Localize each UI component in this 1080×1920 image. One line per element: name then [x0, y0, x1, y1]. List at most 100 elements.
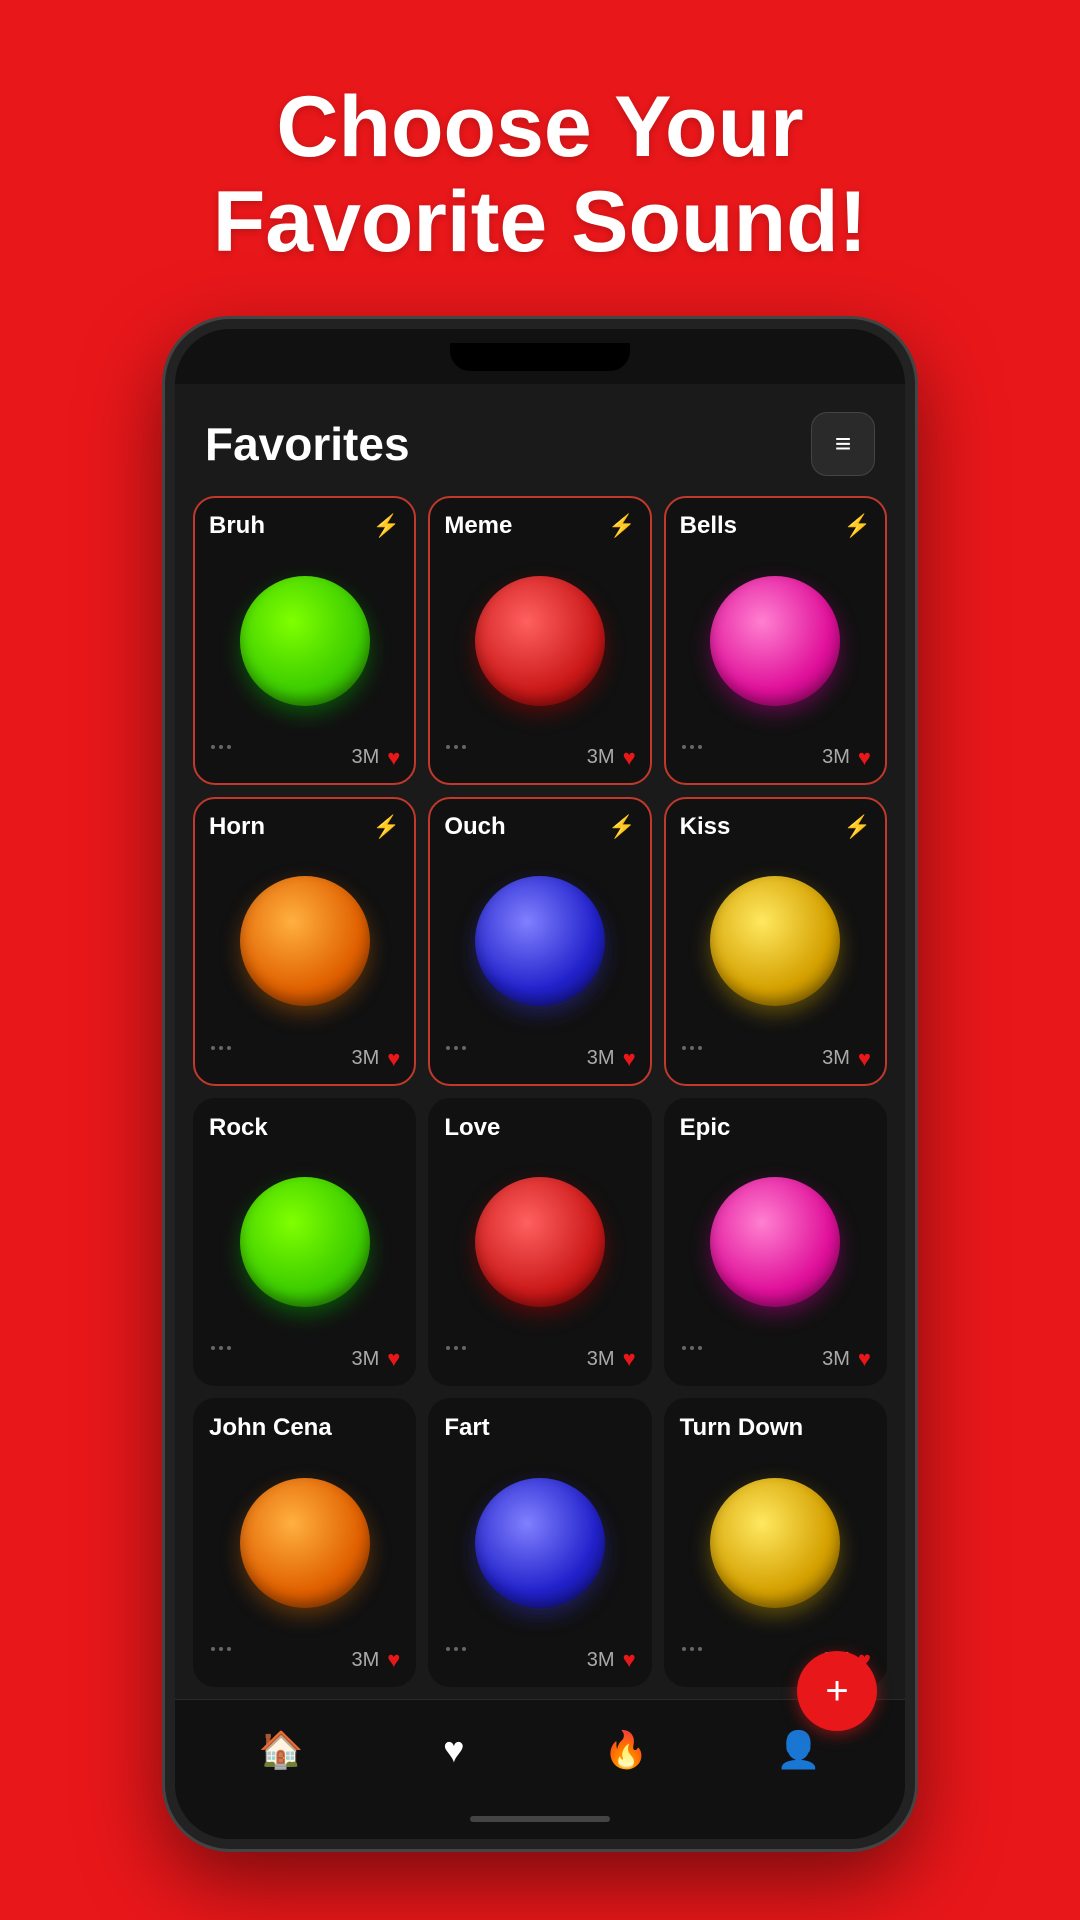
dots-menu[interactable]	[444, 743, 468, 773]
sound-play-button[interactable]	[240, 1177, 370, 1307]
nav-item-heart[interactable]: ♥	[414, 1729, 494, 1771]
sound-card-kiss[interactable]: Kiss ⚡ 3M ♥	[664, 797, 887, 1086]
heart-icon[interactable]: ♥	[858, 1346, 871, 1372]
bottom-nav: 🏠 ♥ 🔥 👤	[175, 1699, 905, 1799]
count-heart: 3M ♥	[822, 1346, 871, 1372]
heart-icon[interactable]: ♥	[623, 1647, 636, 1673]
heart-nav-icon: ♥	[443, 1729, 464, 1771]
sound-play-button[interactable]	[710, 876, 840, 1006]
sound-card-footer: 3M ♥	[680, 743, 871, 773]
heart-icon[interactable]: ♥	[387, 1046, 400, 1072]
phone-notch	[450, 343, 630, 371]
sound-card-header: Bruh ⚡	[209, 512, 400, 540]
sound-card-love[interactable]: Love 3M ♥	[428, 1098, 651, 1387]
sound-card-footer: 3M ♥	[209, 743, 400, 773]
sound-card-header: Turn Down	[680, 1414, 871, 1442]
sound-name: Rock	[209, 1114, 268, 1142]
play-count: 3M	[822, 1047, 850, 1070]
sound-card-rock[interactable]: Rock 3M ♥	[193, 1098, 416, 1387]
sound-card-footer: 3M ♥	[209, 1044, 400, 1074]
sound-play-button[interactable]	[475, 1177, 605, 1307]
hero-title: Choose Your Favorite Sound!	[213, 80, 868, 269]
play-count: 3M	[587, 1047, 615, 1070]
sound-play-button[interactable]	[240, 576, 370, 706]
sound-card-bruh[interactable]: Bruh ⚡ 3M ♥	[193, 496, 416, 785]
heart-icon[interactable]: ♥	[858, 1046, 871, 1072]
app-header: Favorites ≡	[175, 384, 905, 496]
sound-play-button[interactable]	[240, 876, 370, 1006]
dots-menu[interactable]	[209, 743, 233, 773]
sound-card-footer: 3M ♥	[680, 1044, 871, 1074]
sound-grid: Bruh ⚡ 3M ♥ Meme ⚡ 3M	[175, 496, 905, 1699]
fire-nav-icon: 🔥	[604, 1729, 649, 1771]
sound-button-wrapper	[680, 548, 871, 733]
home-nav-icon: 🏠	[259, 1729, 304, 1771]
sound-play-button[interactable]	[710, 1478, 840, 1608]
sound-card-footer: 3M ♥	[209, 1344, 400, 1374]
sound-card-footer: 3M ♥	[444, 1044, 635, 1074]
lightning-icon: ⚡	[373, 513, 400, 539]
count-heart: 3M ♥	[351, 1346, 400, 1372]
filter-button[interactable]: ≡	[811, 412, 875, 476]
heart-icon[interactable]: ♥	[858, 745, 871, 771]
sound-button-wrapper	[209, 1450, 400, 1635]
dots-menu[interactable]	[680, 1344, 704, 1374]
app-title: Favorites	[205, 417, 410, 471]
sound-button-wrapper	[209, 849, 400, 1034]
sound-card-footer: 3M ♥	[680, 1344, 871, 1374]
nav-item-home[interactable]: 🏠	[241, 1729, 321, 1771]
heart-icon[interactable]: ♥	[387, 1647, 400, 1673]
play-count: 3M	[822, 746, 850, 769]
dots-menu[interactable]	[680, 743, 704, 773]
nav-item-fire[interactable]: 🔥	[586, 1729, 666, 1771]
sound-card-header: Love	[444, 1114, 635, 1142]
count-heart: 3M ♥	[351, 1046, 400, 1072]
sound-button-wrapper	[209, 548, 400, 733]
dots-menu[interactable]	[444, 1344, 468, 1374]
heart-icon[interactable]: ♥	[623, 1046, 636, 1072]
sound-card-meme[interactable]: Meme ⚡ 3M ♥	[428, 496, 651, 785]
heart-icon[interactable]: ♥	[387, 745, 400, 771]
sound-card-john-cena[interactable]: John Cena 3M ♥	[193, 1398, 416, 1687]
sound-play-button[interactable]	[710, 576, 840, 706]
count-heart: 3M ♥	[822, 1046, 871, 1072]
sound-card-ouch[interactable]: Ouch ⚡ 3M ♥	[428, 797, 651, 1086]
dots-menu[interactable]	[209, 1645, 233, 1675]
play-count: 3M	[351, 746, 379, 769]
sound-card-header: Bells ⚡	[680, 512, 871, 540]
lightning-icon: ⚡	[373, 814, 400, 840]
heart-icon[interactable]: ♥	[387, 1346, 400, 1372]
dots-menu[interactable]	[680, 1645, 704, 1675]
play-count: 3M	[587, 1348, 615, 1371]
sound-card-header: Fart	[444, 1414, 635, 1442]
sound-play-button[interactable]	[475, 1478, 605, 1608]
sound-card-bells[interactable]: Bells ⚡ 3M ♥	[664, 496, 887, 785]
sound-play-button[interactable]	[475, 576, 605, 706]
dots-menu[interactable]	[209, 1044, 233, 1074]
lightning-icon: ⚡	[608, 814, 635, 840]
dots-menu[interactable]	[680, 1044, 704, 1074]
sound-name: Meme	[444, 512, 512, 540]
phone-top-bar	[175, 329, 905, 384]
sound-button-wrapper	[680, 1450, 871, 1635]
sound-card-fart[interactable]: Fart 3M ♥	[428, 1398, 651, 1687]
sound-card-epic[interactable]: Epic 3M ♥	[664, 1098, 887, 1387]
heart-icon[interactable]: ♥	[623, 745, 636, 771]
sound-name: Fart	[444, 1414, 489, 1442]
dots-menu[interactable]	[444, 1645, 468, 1675]
count-heart: 3M ♥	[822, 745, 871, 771]
heart-icon[interactable]: ♥	[623, 1346, 636, 1372]
sound-card-turn-down[interactable]: Turn Down 3M ♥	[664, 1398, 887, 1687]
sound-card-horn[interactable]: Horn ⚡ 3M ♥	[193, 797, 416, 1086]
sound-play-button[interactable]	[240, 1478, 370, 1608]
sound-play-button[interactable]	[475, 876, 605, 1006]
sound-button-wrapper	[444, 849, 635, 1034]
phone-device: Favorites ≡ Bruh ⚡ 3M ♥ Meme ⚡	[165, 319, 915, 1849]
dots-menu[interactable]	[209, 1344, 233, 1374]
app-content: Favorites ≡ Bruh ⚡ 3M ♥ Meme ⚡	[175, 384, 905, 1699]
play-count: 3M	[351, 1649, 379, 1672]
dots-menu[interactable]	[444, 1044, 468, 1074]
nav-item-profile[interactable]: 👤	[759, 1729, 839, 1771]
sound-play-button[interactable]	[710, 1177, 840, 1307]
sound-button-wrapper	[444, 1150, 635, 1335]
